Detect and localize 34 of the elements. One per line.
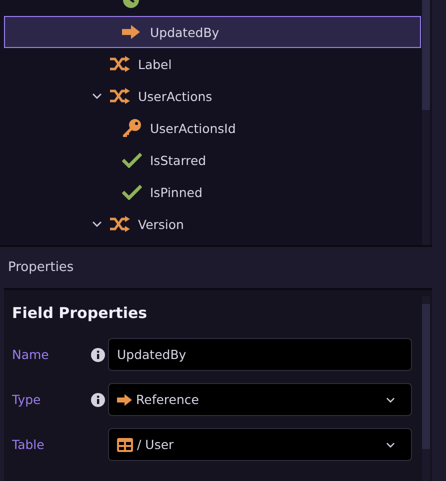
scrollbar[interactable] <box>422 296 430 481</box>
scrollbar[interactable] <box>422 0 430 245</box>
field-label: Name <box>12 347 50 362</box>
tree-item[interactable]: IsStarred <box>4 144 421 176</box>
dropdown-value: Reference <box>136 392 200 407</box>
field-label: Type <box>12 392 42 407</box>
field-label: Table <box>12 437 46 452</box>
info-icon[interactable] <box>91 392 105 406</box>
tree-item[interactable]: UserActions <box>4 80 421 112</box>
arrow-icon <box>122 25 140 39</box>
section-title: Field Properties <box>12 304 148 322</box>
tree-item[interactable]: Version <box>4 208 421 240</box>
chevron-icon[interactable] <box>92 91 102 101</box>
dropdown-value: / User <box>137 437 175 452</box>
panel-title: Properties <box>8 260 74 275</box>
key-icon <box>122 118 142 138</box>
name-field[interactable]: UpdatedBy <box>108 338 412 371</box>
checkmark-icon <box>122 152 142 168</box>
shuffle-icon <box>110 56 130 72</box>
tree-item[interactable]: IsPinned <box>4 176 421 208</box>
arrow-icon <box>117 394 132 406</box>
table-icon <box>117 438 133 452</box>
dropdown[interactable]: Reference <box>108 383 412 416</box>
chevron-icon[interactable] <box>92 219 102 229</box>
dropdown[interactable]: / User <box>108 428 412 461</box>
shuffle-icon <box>110 216 130 232</box>
checkmark-icon <box>122 184 142 200</box>
tree-item[interactable]: Label <box>4 48 421 80</box>
chevron-icon <box>386 442 395 448</box>
selected-tree-item[interactable]: UpdatedBy <box>4 16 421 48</box>
tree-item[interactable]: UserActionsId <box>4 112 421 144</box>
shuffle-icon <box>110 88 130 104</box>
info-icon[interactable] <box>91 348 105 362</box>
chevron-icon <box>386 396 395 402</box>
